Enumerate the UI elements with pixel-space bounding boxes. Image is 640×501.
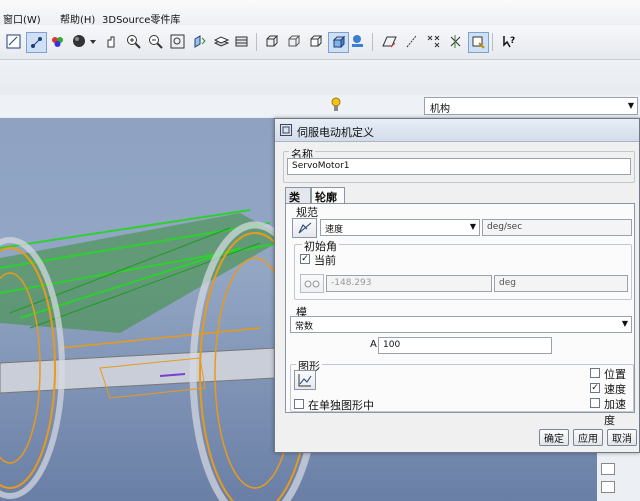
velocity-label: 速度: [604, 381, 626, 397]
toolbar-separator: [372, 33, 373, 51]
axis-display-icon[interactable]: [402, 32, 421, 51]
spec-unit: deg/sec: [482, 219, 632, 236]
spec-type-value: 速度: [325, 225, 343, 235]
csys-display-icon[interactable]: [446, 32, 465, 51]
spin-icon[interactable]: [102, 32, 121, 51]
angle-pick-icon: [304, 279, 320, 289]
separate-graph-label: 在单独图形中: [308, 397, 374, 413]
position-checkbox[interactable]: [590, 368, 600, 378]
orient-icon[interactable]: [190, 32, 209, 51]
svg-text:?: ?: [510, 36, 515, 46]
sketch-icon[interactable]: [4, 32, 23, 51]
plane-display-icon[interactable]: [380, 32, 399, 51]
chevron-down-icon: ▼: [622, 319, 628, 328]
tab-type[interactable]: 类型: [285, 187, 311, 203]
mode-select[interactable]: 机构 ▼: [424, 97, 638, 115]
main-toolbar: ?: [0, 25, 640, 60]
current-label: 当前: [314, 252, 336, 268]
filter-icon[interactable]: [601, 463, 615, 475]
position-label: 位置: [604, 366, 626, 382]
cancel-button[interactable]: 取消: [607, 429, 637, 446]
toolbar-separator: [492, 33, 493, 51]
menu-help[interactable]: 帮助(H): [60, 11, 95, 26]
graph-icon: [298, 373, 312, 387]
separate-graph-checkbox[interactable]: [294, 399, 304, 409]
apply-button[interactable]: 应用: [573, 429, 603, 446]
model-tree-icon[interactable]: [348, 32, 367, 51]
module-select[interactable]: 常数 ▼: [290, 316, 632, 333]
toolbar-separator: [256, 33, 257, 51]
profile-panel: 规范 速度 ▼ deg/sec 初始角 ✓ 当前 -148.293 deg 模 …: [285, 203, 635, 413]
menu-window[interactable]: 窗口(W): [3, 11, 41, 26]
shaded-view-icon[interactable]: [328, 32, 349, 53]
layers-icon[interactable]: [212, 32, 231, 51]
module-value: 常数: [295, 322, 313, 332]
angle-input[interactable]: -148.293: [326, 275, 492, 292]
mode-select-value: 机构: [430, 100, 450, 115]
graph-button[interactable]: [294, 370, 316, 390]
light-bulb-icon[interactable]: [331, 97, 341, 116]
zoom-in-icon[interactable]: [124, 32, 143, 51]
whats-this-icon[interactable]: ?: [500, 32, 519, 51]
refit-icon[interactable]: [168, 32, 187, 51]
status-icon[interactable]: [601, 481, 615, 493]
view-box-icon[interactable]: [262, 32, 281, 51]
servo-motor-dialog: 伺服电动机定义 名称 ServoMotor1 类型 轮廓 规范 速度 ▼ deg…: [274, 118, 640, 453]
zoom-out-icon[interactable]: [146, 32, 165, 51]
current-checkbox[interactable]: ✓: [300, 254, 310, 264]
view-box2-icon[interactable]: [284, 32, 303, 51]
color-icon[interactable]: [48, 32, 67, 51]
view-box3-icon[interactable]: [306, 32, 325, 51]
datum-display-icon[interactable]: [26, 32, 47, 53]
chevron-down-icon: ▼: [628, 101, 634, 110]
acceleration-label: 加速度: [604, 396, 634, 428]
menu-bar: 窗口(W) 帮助(H) 3DSource零件库: [0, 0, 640, 25]
dialog-app-icon: [280, 124, 292, 139]
point-display-icon[interactable]: [424, 32, 443, 51]
velocity-checkbox[interactable]: ✓: [590, 383, 600, 393]
dialog-title: 伺服电动机定义: [297, 124, 374, 140]
spec-type-select[interactable]: 速度 ▼: [320, 219, 480, 236]
tab-profile[interactable]: 轮廓: [311, 187, 345, 204]
right-side-bar: [597, 453, 640, 501]
menu-3dsource[interactable]: 3DSource零件库: [102, 11, 180, 26]
layers2-icon[interactable]: [232, 32, 251, 51]
chevron-down-icon: ▼: [470, 222, 476, 231]
name-input[interactable]: ServoMotor1: [287, 158, 631, 175]
chevron-down-icon[interactable]: [88, 32, 98, 51]
servo-profile-icon: [297, 221, 313, 235]
spec-graph-button[interactable]: [292, 218, 317, 238]
acceleration-checkbox[interactable]: [590, 398, 600, 408]
angle-pick-button[interactable]: [300, 274, 324, 293]
shading-icon[interactable]: [70, 32, 89, 51]
a-input[interactable]: 100: [378, 337, 552, 354]
ok-button[interactable]: 确定: [539, 429, 569, 446]
annotation-display-icon[interactable]: [468, 32, 489, 53]
a-label: A: [370, 339, 377, 350]
dialog-titlebar: 伺服电动机定义: [275, 119, 639, 142]
angle-unit: deg: [494, 275, 628, 292]
